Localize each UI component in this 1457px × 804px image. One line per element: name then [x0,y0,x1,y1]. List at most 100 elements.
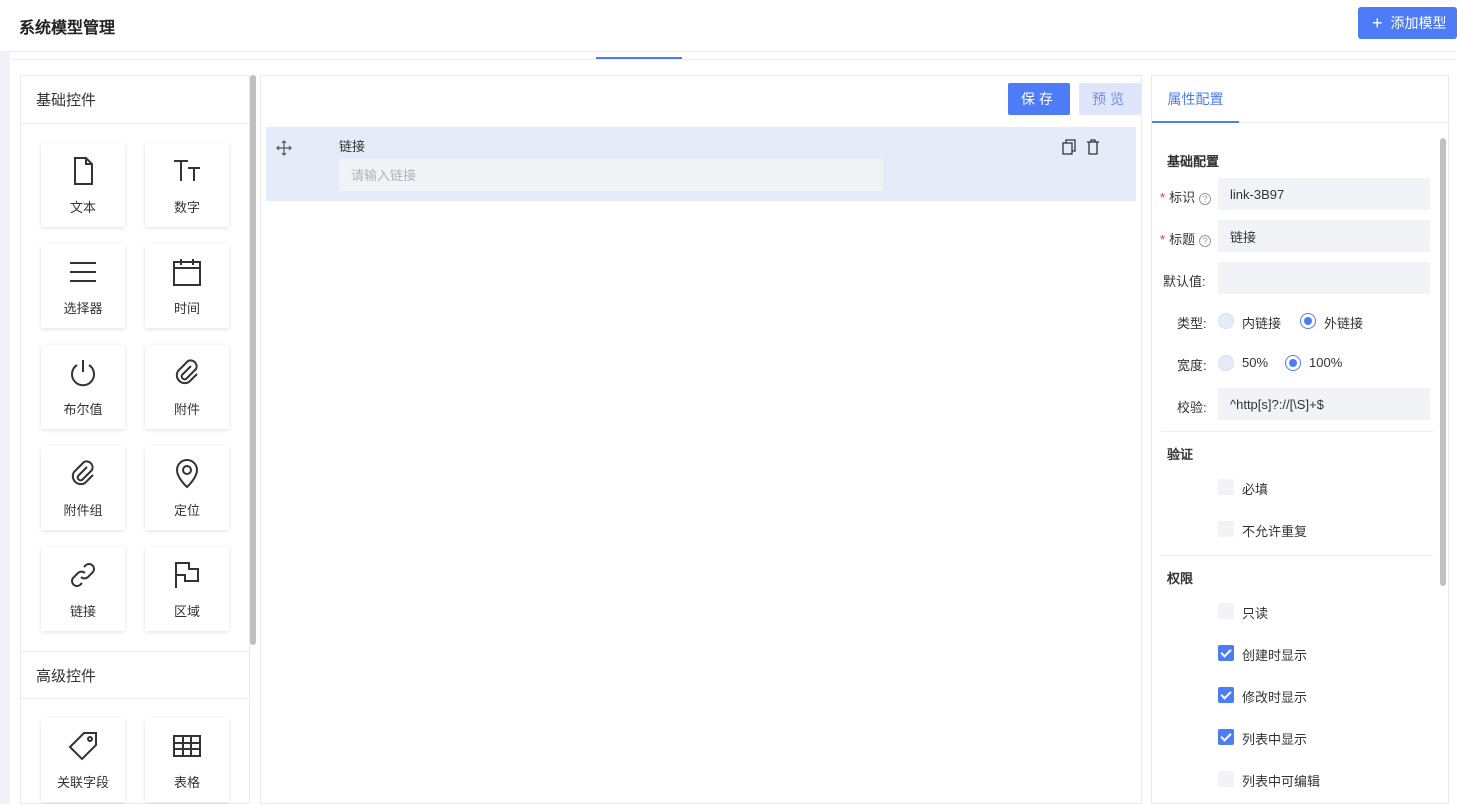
form-field-card[interactable]: 链接 [266,127,1136,201]
radio-width-100-label: 100% [1309,355,1343,370]
default-field[interactable] [1218,262,1430,294]
scrollbar[interactable] [1440,138,1446,586]
basic-config-title: 基础配置 [1167,154,1220,169]
left-strip [0,52,10,804]
control-table[interactable]: 表格 [145,718,229,802]
id-label: * 标识? [1160,187,1212,206]
scrollbar[interactable] [250,75,256,645]
id-field[interactable]: link-3B97 [1218,178,1430,210]
validate-field[interactable]: ^http[s]?://[\S]+$ [1218,388,1430,420]
control-label: 关联字段 [56,774,109,790]
help-icon[interactable]: ? [1199,192,1212,205]
no-duplicate-label: 不允许重复 [1242,524,1308,539]
tab-properties[interactable]: 属性配置 [1152,76,1239,123]
divider [1161,431,1433,432]
preview-button[interactable]: 预览 [1079,83,1141,115]
top-bar: 系统模型管理 + 添加模型 [0,0,1457,52]
control-label: 布尔值 [63,401,103,417]
radio-internal-link-label: 内链接 [1242,316,1282,331]
radio-internal-link[interactable] [1218,313,1234,329]
readonly-label: 只读 [1242,606,1269,621]
required-checkbox[interactable] [1218,479,1234,495]
form-canvas: 保存 预览 链接 [260,75,1142,804]
list-icon [70,261,96,282]
control-link[interactable]: 链接 [41,547,125,631]
radio-width-50-label: 50% [1242,355,1269,370]
control-time[interactable]: 时间 [145,244,229,328]
radio-width-50[interactable] [1218,355,1234,371]
divider [1161,555,1433,556]
paperclip-icon [175,358,198,384]
add-model-button[interactable]: + 添加模型 [1358,7,1457,39]
permission-title: 权限 [1167,571,1194,586]
radio-width-100[interactable] [1285,355,1301,371]
show-on-create-label: 创建时显示 [1242,648,1308,663]
editable-in-list-label: 列表中可编辑 [1242,774,1321,789]
text-size-icon [174,159,200,181]
id-label-text: 标识 [1169,190,1196,205]
divider [10,59,1457,60]
no-duplicate-checkbox[interactable] [1218,521,1234,537]
tag-icon [68,731,97,760]
type-label: 类型: [1177,316,1207,331]
control-label: 表格 [173,774,200,790]
move-icon[interactable] [276,140,292,156]
properties-panel: 属性配置 基础配置 * 标识? link-3B97 * 标题? 链接 默认值: 类型… [1151,75,1450,804]
link-input[interactable] [339,159,883,191]
control-location[interactable]: 定位 [145,446,229,530]
field-label: 链接 [339,139,366,154]
control-attachment-group[interactable]: 附件组 [41,446,125,530]
readonly-checkbox[interactable] [1218,603,1234,619]
copy-icon[interactable] [1061,139,1077,155]
control-related-field[interactable]: 关联字段 [41,718,125,802]
basic-controls-title: 基础控件 [21,76,249,124]
control-selector[interactable]: 选择器 [41,244,125,328]
control-label: 附件 [173,401,200,417]
show-on-create-checkbox[interactable] [1218,645,1234,661]
control-text[interactable]: 文本 [41,143,125,227]
control-region[interactable]: 区域 [145,547,229,631]
editable-in-list-checkbox[interactable] [1218,771,1234,787]
show-in-list-label: 列表中显示 [1242,732,1308,747]
control-label: 定位 [173,502,200,518]
validate-label: 校验: [1177,400,1207,415]
link-icon [71,562,95,587]
width-label: 宽度: [1177,358,1207,373]
help-icon[interactable]: ? [1199,234,1212,247]
control-number[interactable]: 数字 [145,143,229,227]
control-label: 附件组 [63,502,103,518]
title-label-text: 标题 [1169,232,1196,247]
control-label: 区域 [173,603,200,619]
active-tab-indicator [596,57,682,59]
page-title: 系统模型管理 [19,20,116,37]
control-label: 文本 [69,199,96,215]
flag-icon [175,561,199,588]
show-on-edit-label: 修改时显示 [1242,690,1308,705]
show-on-edit-checkbox[interactable] [1218,687,1234,703]
control-label: 时间 [173,300,200,316]
control-attachment[interactable]: 附件 [145,345,229,429]
location-pin-icon [175,458,199,488]
advanced-controls-title: 高级控件 [21,651,249,699]
required-label: 必填 [1242,482,1269,497]
power-icon [71,359,95,386]
verify-title: 验证 [1167,447,1194,462]
add-model-label: 添加模型 [1390,15,1447,31]
table-icon [173,734,201,757]
save-button[interactable]: 保存 [1008,83,1070,115]
plus-icon: + [1372,13,1383,33]
control-boolean[interactable]: 布尔值 [41,345,125,429]
control-label: 链接 [69,603,96,619]
trash-icon[interactable] [1085,139,1101,155]
calendar-icon [173,258,201,286]
default-label: 默认值: [1163,274,1206,289]
controls-panel: 基础控件 文本 数字 选择器 时间 布尔值 附件 附件组 定位 链接 区域 高级… [20,75,250,804]
radio-external-link-label: 外链接 [1324,316,1364,331]
show-in-list-checkbox[interactable] [1218,729,1234,745]
radio-external-link[interactable] [1300,313,1316,329]
title-label: * 标题? [1160,229,1212,248]
control-label: 选择器 [63,300,103,316]
control-label: 数字 [173,199,200,215]
file-icon [74,156,93,185]
title-field[interactable]: 链接 [1218,220,1430,252]
